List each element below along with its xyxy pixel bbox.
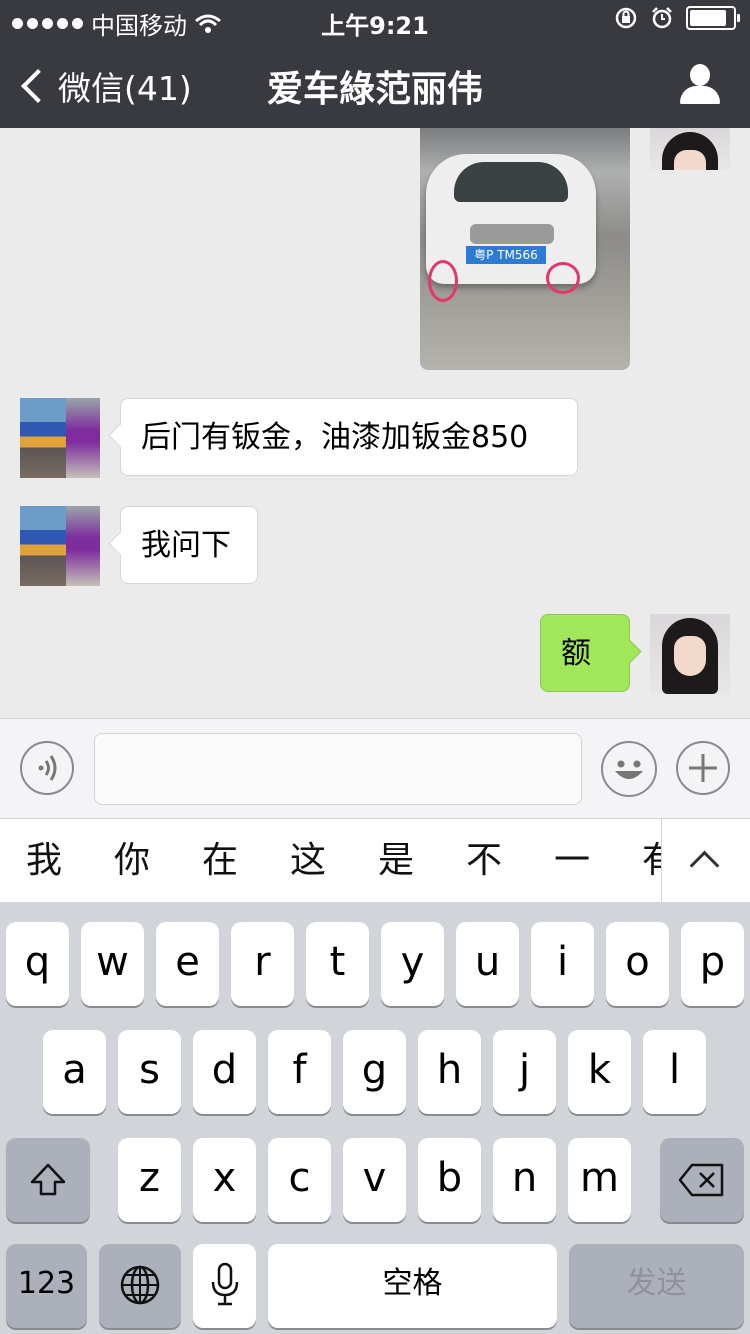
- key-u[interactable]: u: [456, 922, 519, 1006]
- emoji-button[interactable]: [601, 741, 657, 797]
- key-y[interactable]: y: [381, 922, 444, 1006]
- numbers-key[interactable]: 123: [6, 1244, 87, 1328]
- status-bar: 中国移动 上午9:21: [0, 0, 750, 40]
- candidate-word[interactable]: 不: [454, 819, 514, 903]
- key-v[interactable]: v: [343, 1138, 406, 1222]
- globe-key[interactable]: [99, 1244, 181, 1328]
- smiley-icon: [615, 760, 643, 779]
- key-r[interactable]: r: [231, 922, 294, 1006]
- microphone-icon: [211, 1262, 238, 1306]
- key-g[interactable]: g: [343, 1030, 406, 1114]
- key-i[interactable]: i: [531, 922, 594, 1006]
- contact-profile-icon[interactable]: [680, 64, 720, 104]
- keyboard: q w e r t y u i o p a s d f g h j k l z …: [0, 902, 750, 1334]
- avatar-contact[interactable]: [20, 506, 100, 586]
- key-e[interactable]: e: [156, 922, 219, 1006]
- message-bubble-received[interactable]: 我问下: [120, 506, 258, 584]
- key-o[interactable]: o: [606, 922, 669, 1006]
- key-k[interactable]: k: [568, 1030, 631, 1114]
- backspace-icon: [678, 1163, 724, 1197]
- candidate-word[interactable]: 你: [102, 819, 162, 903]
- key-c[interactable]: c: [268, 1138, 331, 1222]
- key-x[interactable]: x: [193, 1138, 256, 1222]
- voice-icon: [38, 755, 57, 781]
- more-button[interactable]: [676, 741, 730, 795]
- key-q[interactable]: q: [6, 922, 69, 1006]
- chevron-up-icon: [689, 850, 720, 881]
- nav-bar: 微信(41) 爱车綠范丽伟: [0, 40, 750, 128]
- candidate-word[interactable]: 是: [366, 819, 426, 903]
- license-plate: 粤P TM566: [466, 246, 546, 264]
- avatar-self[interactable]: [650, 614, 730, 694]
- header: 中国移动 上午9:21 微信(41) 爱车綠范丽伟: [0, 0, 750, 128]
- message-bubble-received[interactable]: 后门有钣金，油漆加钣金850: [120, 398, 578, 476]
- candidate-word[interactable]: 我: [14, 819, 74, 903]
- candidate-word[interactable]: 一: [542, 819, 602, 903]
- candidate-word[interactable]: 这: [278, 819, 338, 903]
- space-key[interactable]: 空格: [268, 1244, 557, 1328]
- voice-button[interactable]: [20, 741, 74, 795]
- message-bubble-sent[interactable]: 额: [540, 614, 630, 692]
- key-h[interactable]: h: [418, 1030, 481, 1114]
- candidate-word[interactable]: 在: [190, 819, 250, 903]
- key-b[interactable]: b: [418, 1138, 481, 1222]
- input-bar: [0, 718, 750, 819]
- avatar-contact[interactable]: [20, 398, 100, 478]
- rotation-lock-icon: [615, 7, 637, 29]
- avatar-self[interactable]: [650, 128, 730, 170]
- key-s[interactable]: s: [118, 1030, 181, 1114]
- plus-icon: [689, 754, 717, 782]
- key-t[interactable]: t: [306, 922, 369, 1006]
- expand-candidates-button[interactable]: [661, 819, 750, 903]
- dictation-key[interactable]: [193, 1244, 256, 1328]
- battery-icon: [686, 6, 740, 30]
- key-p[interactable]: p: [681, 922, 744, 1006]
- key-z[interactable]: z: [118, 1138, 181, 1222]
- candidate-bar: 我 你 在 这 是 不 一 有: [0, 818, 750, 904]
- key-a[interactable]: a: [43, 1030, 106, 1114]
- key-f[interactable]: f: [268, 1030, 331, 1114]
- key-l[interactable]: l: [643, 1030, 706, 1114]
- shift-icon: [30, 1163, 66, 1196]
- message-input[interactable]: [94, 733, 582, 805]
- globe-icon: [120, 1265, 160, 1305]
- chat-area[interactable]: 粤P TM566 后门有钣金，油漆加钣金850 我问下 额: [0, 128, 750, 718]
- chat-title: 爱车綠范丽伟: [266, 69, 483, 110]
- car-photo-message[interactable]: 粤P TM566: [420, 128, 630, 370]
- delete-key[interactable]: [660, 1138, 744, 1222]
- key-m[interactable]: m: [568, 1138, 631, 1222]
- key-d[interactable]: d: [193, 1030, 256, 1114]
- send-key[interactable]: 发送: [569, 1244, 744, 1328]
- damage-marker-left: [428, 260, 458, 302]
- key-j[interactable]: j: [493, 1030, 556, 1114]
- alarm-icon: [652, 7, 672, 29]
- damage-marker-right: [546, 262, 580, 294]
- shift-key[interactable]: [6, 1138, 90, 1222]
- key-w[interactable]: w: [81, 922, 144, 1006]
- key-n[interactable]: n: [493, 1138, 556, 1222]
